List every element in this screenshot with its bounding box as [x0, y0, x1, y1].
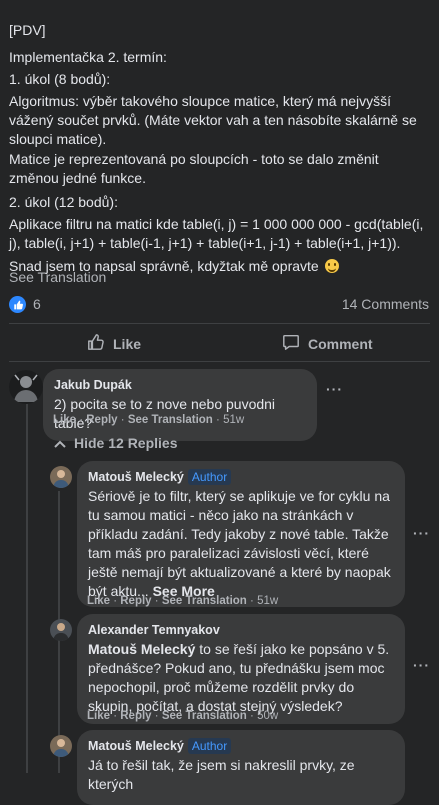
like-reaction-icon[interactable] [9, 296, 26, 313]
comments-count[interactable]: 14 Comments [342, 296, 429, 312]
like-button[interactable]: Like [87, 333, 141, 354]
comment-actions: Like · Reply · See Translation · 51w [53, 414, 245, 426]
task2-heading: 2. úkol (12 bodů): [9, 194, 118, 210]
reply-header: Matouš Melecký Author [88, 468, 394, 487]
task1-description: Algoritmus: výběr takového sloupce matic… [9, 93, 417, 147]
reply-text: Já to řešil tak, že jsem si nakreslil pr… [88, 757, 355, 792]
post-tag: [PDV] [9, 22, 46, 38]
grin-emoji-icon [324, 259, 339, 273]
comment-button[interactable]: Comment [282, 333, 373, 354]
more-options-icon[interactable]: ··· [413, 657, 430, 673]
more-options-icon[interactable]: ··· [413, 525, 430, 541]
post-heading: Implementačka 2. termín: [9, 49, 167, 65]
chevron-up-icon [54, 435, 66, 451]
reply-reply-link[interactable]: Reply [120, 595, 151, 607]
reply-actions: Like · Reply · See Translation · 50w [87, 710, 279, 722]
comment-bubble: Jakub Dupák 2) pocita se to z nove nebo … [43, 369, 317, 441]
reply-body: Sériově je to filtr, který se aplikuje v… [88, 488, 391, 599]
commenter-name[interactable]: Matouš Melecký [88, 470, 184, 484]
comment-label: Comment [308, 335, 373, 352]
avatar[interactable] [50, 466, 72, 488]
mention-link[interactable]: Matouš Melecký [88, 641, 195, 657]
thread-line [26, 402, 28, 773]
like-label: Like [113, 335, 142, 352]
reply-bubble: Matouš Melecký Author Sériově je to filtr… [77, 461, 405, 607]
reply-bubble: Alexander Temnyakov Matouš Melecký to se… [77, 614, 405, 724]
comment-reply-link[interactable]: Reply [86, 414, 117, 426]
commenter-name[interactable]: Matouš Melecký [88, 739, 184, 753]
task1-heading: 1. úkol (8 bodů): [9, 71, 111, 87]
hide-replies-button[interactable]: Hide 12 Replies [54, 435, 178, 451]
divider [9, 323, 430, 324]
reply-reply-link[interactable]: Reply [120, 710, 151, 722]
comment-like-link[interactable]: Like [53, 414, 76, 426]
reply-header: Matouš Melecký Author [88, 737, 394, 756]
comment-time[interactable]: 51w [223, 414, 244, 426]
author-badge: Author [187, 469, 232, 485]
reply-like-link[interactable]: Like [87, 595, 110, 607]
author-badge: Author [187, 738, 232, 754]
avatar[interactable] [9, 370, 43, 404]
reply-text: Matouš Melecký to se řeší jako ke popsán… [88, 640, 394, 716]
avatar[interactable] [50, 619, 72, 641]
commenter-name[interactable]: Alexander Temnyakov [88, 621, 394, 640]
avatar[interactable] [50, 735, 72, 757]
comment-bubble-icon [282, 333, 300, 354]
matrix-note: Matice je reprezentovaná po sloupcích - … [9, 151, 379, 186]
like-count[interactable]: 6 [33, 296, 41, 312]
thumbs-up-icon [87, 333, 105, 354]
divider [9, 361, 430, 362]
reply-actions: Like · Reply · See Translation · 51w [87, 595, 279, 607]
more-options-icon[interactable]: ··· [326, 381, 343, 397]
reply-text: Sériově je to filtr, který se aplikuje v… [88, 487, 394, 601]
reply-like-link[interactable]: Like [87, 710, 110, 722]
reply-time[interactable]: 50w [257, 710, 278, 722]
see-translation-link[interactable]: See Translation [9, 269, 106, 285]
reply-bubble: Matouš Melecký Author Já to řešil tak, že… [77, 730, 405, 805]
comment-translate-link[interactable]: See Translation [128, 414, 213, 426]
hide-replies-label: Hide 12 Replies [74, 435, 178, 451]
reply-time[interactable]: 51w [257, 595, 278, 607]
reply-translate-link[interactable]: See Translation [162, 595, 247, 607]
task2-description: Aplikace filtru na matici kde table(i, j… [9, 216, 424, 251]
reply-translate-link[interactable]: See Translation [162, 710, 247, 722]
commenter-name[interactable]: Jakub Dupák [54, 376, 306, 395]
